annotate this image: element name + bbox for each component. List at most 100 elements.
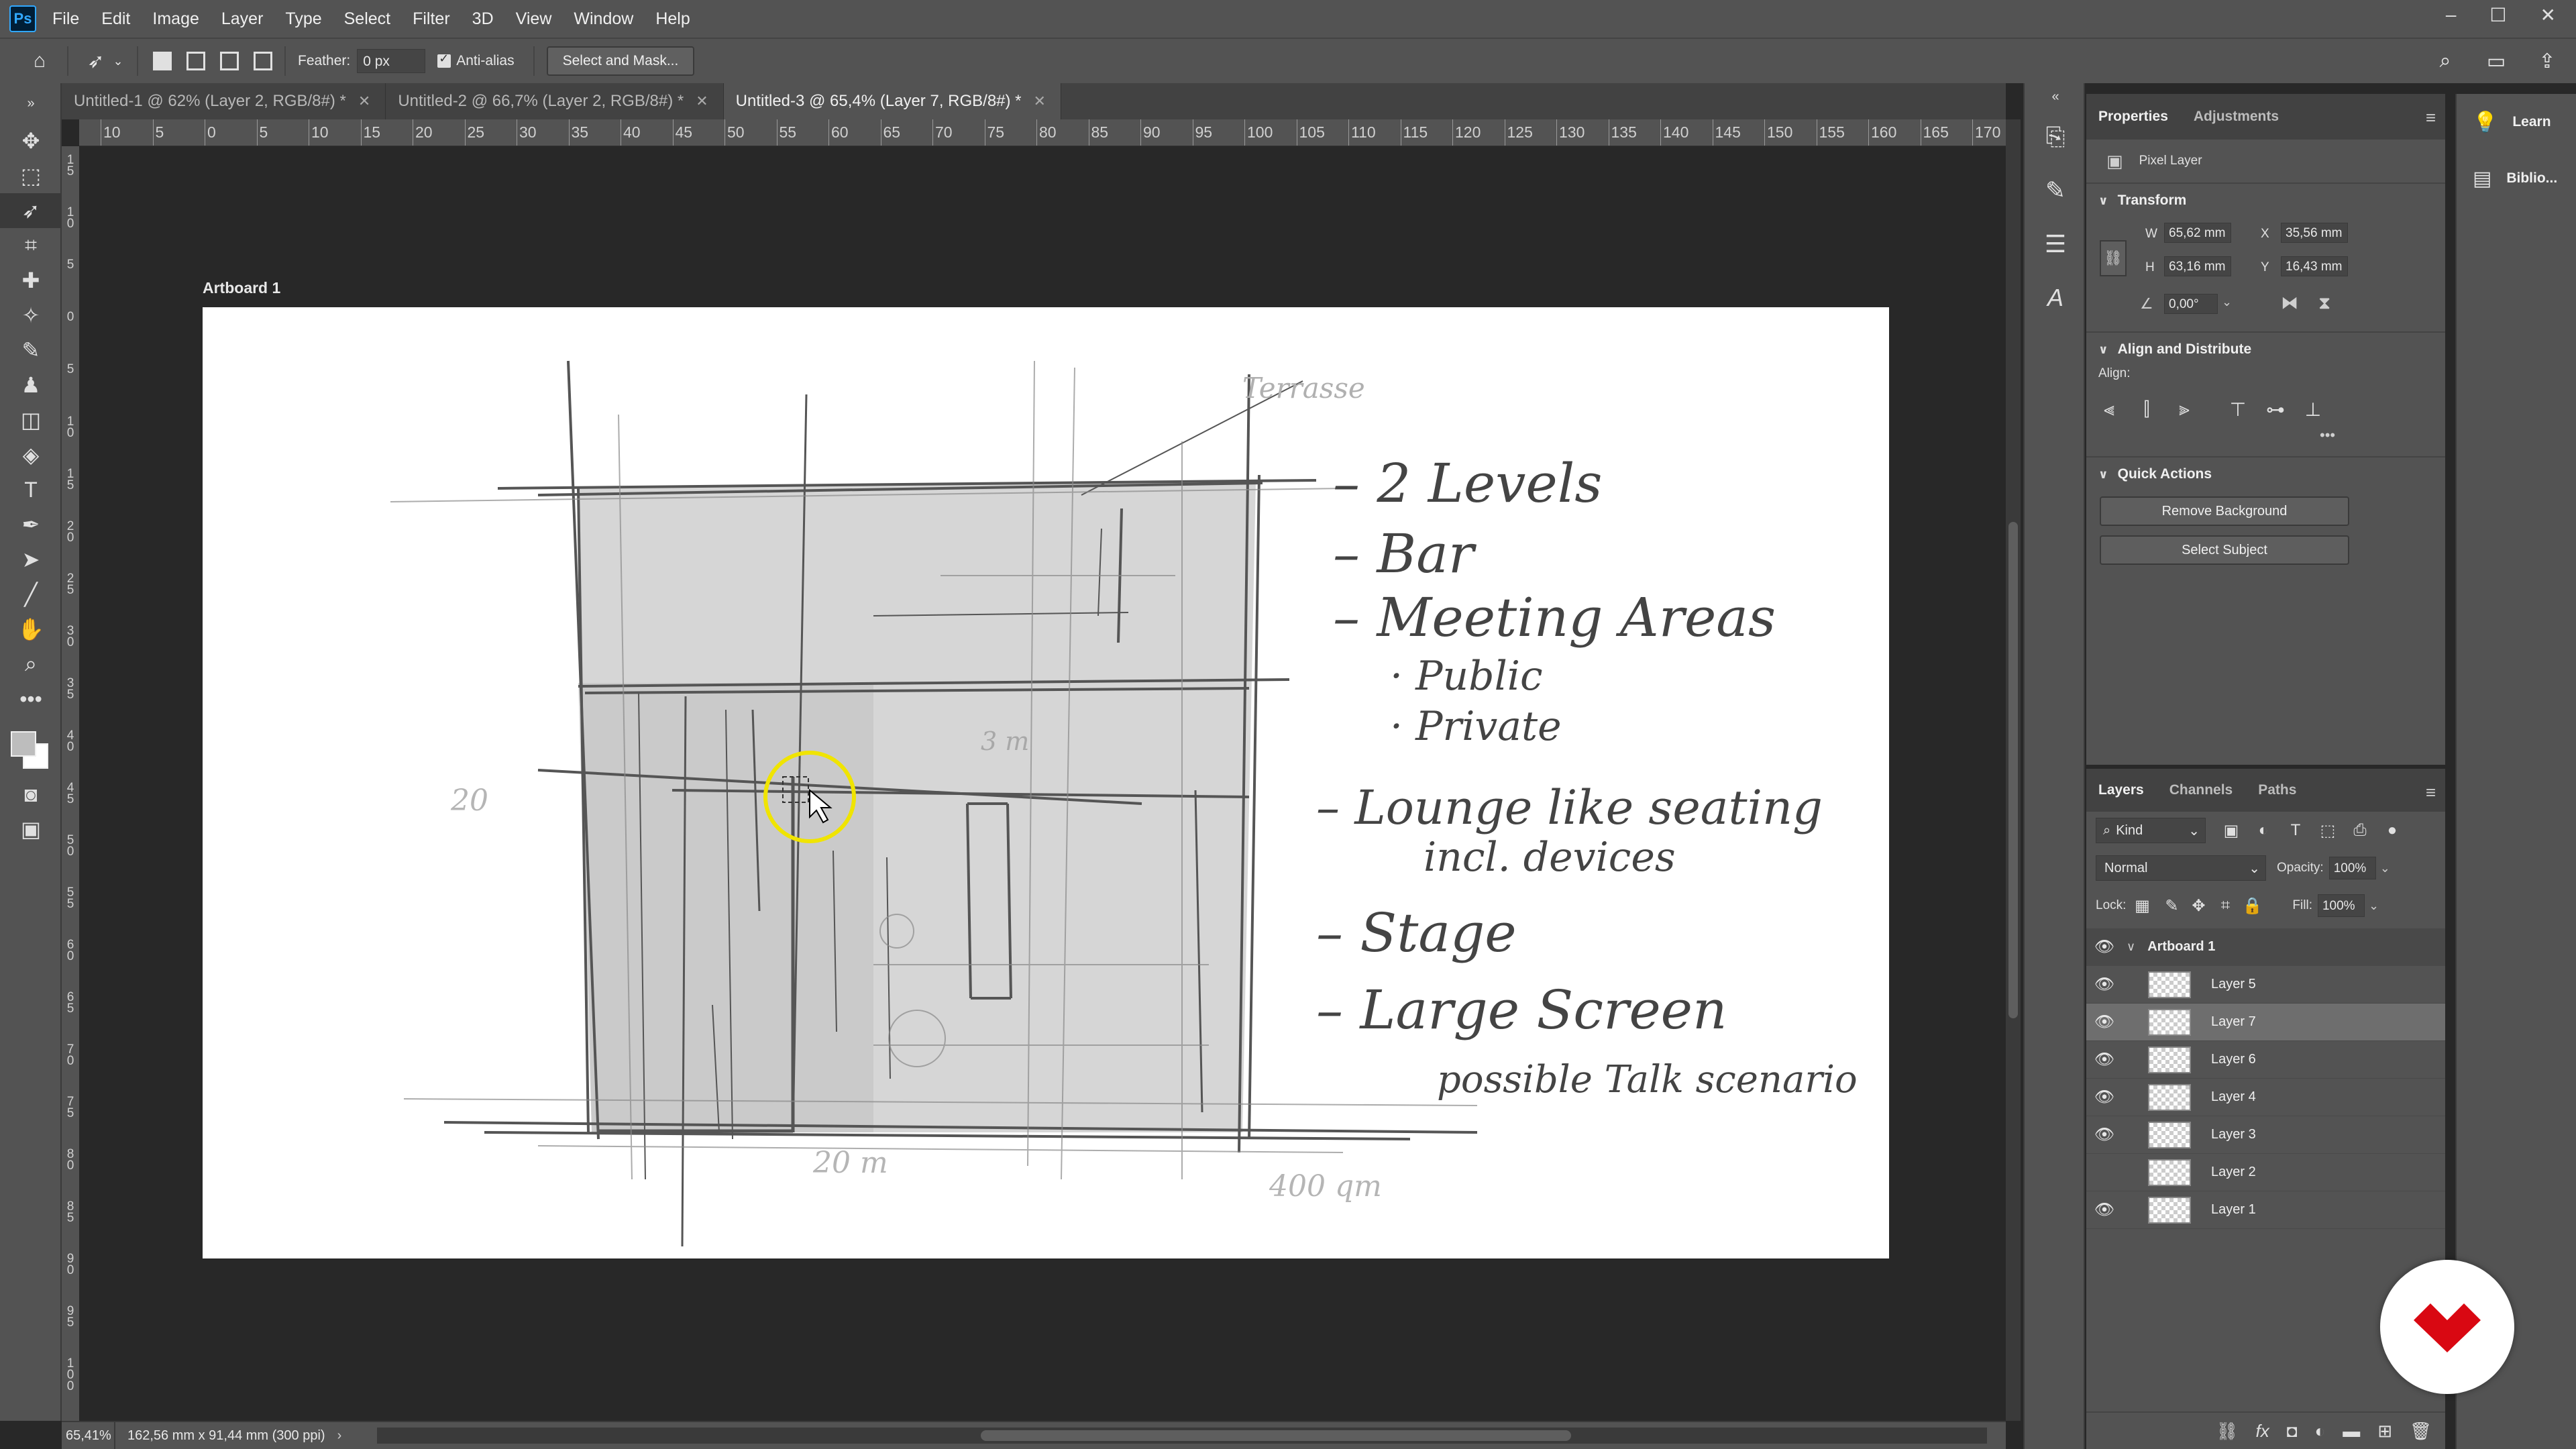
zoom-level[interactable]: 65,41% <box>62 1421 115 1449</box>
layer-row[interactable]: 👁 Layer 1 <box>2086 1191 2445 1229</box>
chevron-down-icon[interactable]: ∨ <box>2127 940 2135 954</box>
intersect-selection-icon[interactable] <box>254 52 272 70</box>
horizontal-scrollbar[interactable] <box>377 1428 1987 1444</box>
panel-menu-icon[interactable]: ≡ <box>2426 107 2436 128</box>
chevron-down-icon[interactable]: ⌄ <box>111 46 125 76</box>
tab-layers[interactable]: Layers <box>2098 782 2144 798</box>
menu-window[interactable]: Window <box>574 9 633 29</box>
filter-smart-object-icon[interactable]: ⎙ <box>2344 821 2376 840</box>
select-subject-button[interactable]: Select Subject <box>2100 535 2349 565</box>
menu-3d[interactable]: 3D <box>472 9 494 29</box>
line-tool-icon[interactable]: ╱ <box>0 577 62 612</box>
search-icon[interactable]: ⌕ <box>2430 46 2461 76</box>
visibility-eye-icon[interactable]: 👁 <box>2086 1050 2123 1069</box>
home-icon[interactable]: ⌂ <box>24 46 55 76</box>
lock-position-icon[interactable]: ✥ <box>2185 896 2212 916</box>
filter-adjustment-icon[interactable]: ◐ <box>2247 821 2279 840</box>
vertical-scrollbar[interactable] <box>2006 119 2021 1421</box>
angle-field[interactable]: 0,00° <box>2164 294 2218 314</box>
pen-tool-icon[interactable]: ✒ <box>0 507 62 542</box>
hand-tool-icon[interactable]: ✋ <box>0 612 62 647</box>
tab-adjustments[interactable]: Adjustments <box>2194 109 2279 125</box>
align-middle-v-icon[interactable]: ⊶ <box>2257 396 2294 423</box>
tab-untitled-2[interactable]: Untitled-2 @ 66,7% (Layer 2, RGB/8#) * ✕ <box>386 83 724 119</box>
brush-settings-icon[interactable]: ✎ <box>2025 164 2086 217</box>
maximize-button[interactable]: ☐ <box>2489 4 2506 26</box>
tab-untitled-3[interactable]: Untitled-3 @ 65,4% (Layer 7, RGB/8#) * ✕ <box>723 83 1061 119</box>
close-icon[interactable]: ✕ <box>358 93 370 110</box>
chevron-down-icon[interactable]: ⌄ <box>2222 295 2232 309</box>
transform-section-header[interactable]: ∨ Transform <box>2086 182 2445 217</box>
menu-layer[interactable]: Layer <box>221 9 264 29</box>
new-selection-icon[interactable] <box>153 52 172 70</box>
panel-menu-icon[interactable]: ≡ <box>2426 782 2436 803</box>
adjustments-icon[interactable]: ☰ <box>2025 217 2086 271</box>
new-layer-icon[interactable]: ⊞ <box>2377 1421 2392 1442</box>
add-mask-icon[interactable]: ◘ <box>2287 1421 2298 1442</box>
layer-group-artboard[interactable]: 👁 ∨ Artboard 1 <box>2086 928 2445 966</box>
more-tools-icon[interactable]: ••• <box>0 682 62 716</box>
vertical-scroll-thumb[interactable] <box>2008 522 2018 1018</box>
visibility-eye-icon[interactable]: 👁 <box>2086 937 2123 957</box>
layer-row[interactable]: 👁 Layer 5 <box>2086 966 2445 1004</box>
eraser-tool-icon[interactable]: ◫ <box>0 402 62 437</box>
filter-pixel-icon[interactable]: ▣ <box>2215 821 2247 841</box>
fill-field[interactable]: 100% <box>2317 894 2365 917</box>
screen-mode-icon[interactable]: ▣ <box>0 812 62 847</box>
artboard[interactable]: Terrasse – 2 Levels – Bar – Meeting Area… <box>203 307 1889 1258</box>
layer-row[interactable]: 👁 Layer 4 <box>2086 1079 2445 1116</box>
visibility-eye-icon[interactable]: 👁 <box>2086 1012 2123 1032</box>
menu-image[interactable]: Image <box>152 9 199 29</box>
lasso-preset-icon[interactable]: ➶ <box>80 46 111 76</box>
filter-shape-icon[interactable]: ⬚ <box>2312 821 2344 841</box>
lasso-tool-icon[interactable]: ➶ <box>0 193 62 228</box>
horizontal-ruler[interactable]: 10 5 0 5 10 15 20 25 30 35 40 45 50 55 60 65 70 75 80 85 90 9… <box>79 119 2006 146</box>
learn-panel-button[interactable]: 💡 Learn <box>2457 94 2576 150</box>
character-icon[interactable]: A <box>2025 271 2086 325</box>
close-window-button[interactable]: ✕ <box>2540 4 2556 26</box>
more-options-icon[interactable]: ••• <box>2086 427 2445 456</box>
share-icon[interactable]: ⇪ <box>2532 46 2563 76</box>
align-top-icon[interactable]: ⊤ <box>2219 396 2257 423</box>
vertical-ruler[interactable]: 1510505101520253035404550556065707580859… <box>62 146 79 1421</box>
type-tool-icon[interactable]: T <box>0 472 62 507</box>
tab-untitled-1[interactable]: Untitled-1 @ 62% (Layer 2, RGB/8#) * ✕ <box>62 83 386 119</box>
lock-transparency-icon[interactable]: ▦ <box>2126 896 2158 916</box>
visibility-eye-icon[interactable]: 👁 <box>2086 1200 2123 1220</box>
artboard-label[interactable]: Artboard 1 <box>203 279 280 297</box>
horizontal-scroll-thumb[interactable] <box>981 1430 1571 1441</box>
color-swatches[interactable] <box>0 716 62 777</box>
quick-actions-header[interactable]: ∨ Quick Actions <box>2086 456 2445 491</box>
visibility-off-icon[interactable]: 👁 <box>2086 1163 2123 1182</box>
chevron-right-icon[interactable]: › <box>337 1428 342 1444</box>
kind-filter-select[interactable]: ⌕ Kind ⌄ <box>2096 818 2206 843</box>
align-left-icon[interactable]: ⫷ <box>2090 396 2128 423</box>
select-and-mask-button[interactable]: Select and Mask... <box>546 46 695 76</box>
add-selection-icon[interactable] <box>186 52 205 70</box>
stamp-tool-icon[interactable]: ♟ <box>0 368 62 402</box>
opacity-field[interactable]: 100% <box>2328 857 2376 879</box>
height-field[interactable]: 63,16 mm <box>2164 256 2231 276</box>
visibility-eye-icon[interactable]: 👁 <box>2086 975 2123 994</box>
quick-mask-icon[interactable]: ◙ <box>0 777 62 812</box>
adjustment-layer-icon[interactable]: ◐ <box>2314 1421 2325 1442</box>
zoom-tool-icon[interactable]: ⌕ <box>0 647 62 682</box>
delete-layer-icon[interactable]: 🗑 <box>2410 1421 2432 1442</box>
minimize-button[interactable]: – <box>2446 4 2457 26</box>
layer-row[interactable]: 👁 Layer 7 <box>2086 1004 2445 1041</box>
filter-type-icon[interactable]: T <box>2279 821 2312 840</box>
foreground-color-swatch[interactable] <box>11 731 36 757</box>
layer-style-icon[interactable]: fx <box>2256 1421 2269 1442</box>
align-bottom-icon[interactable]: ⊥ <box>2294 396 2332 423</box>
chevron-down-icon[interactable]: ⌄ <box>2380 861 2390 875</box>
y-field[interactable]: 16,43 mm <box>2281 256 2348 276</box>
crop-tool-icon[interactable]: ⌗ <box>0 228 62 263</box>
tab-channels[interactable]: Channels <box>2169 782 2233 798</box>
link-layers-icon[interactable]: ⛓ <box>2216 1421 2239 1442</box>
libraries-panel-button[interactable]: ▤ Biblio... <box>2457 150 2576 207</box>
canvas-area[interactable]: Artboard 1 Terrasse – 2 Levels – Bar – M… <box>79 146 2006 1421</box>
align-center-h-icon[interactable]: ⫿ <box>2128 396 2165 423</box>
menu-select[interactable]: Select <box>344 9 390 29</box>
align-section-header[interactable]: ∨ Align and Distribute <box>2086 331 2445 366</box>
x-field[interactable]: 35,56 mm <box>2281 223 2348 243</box>
